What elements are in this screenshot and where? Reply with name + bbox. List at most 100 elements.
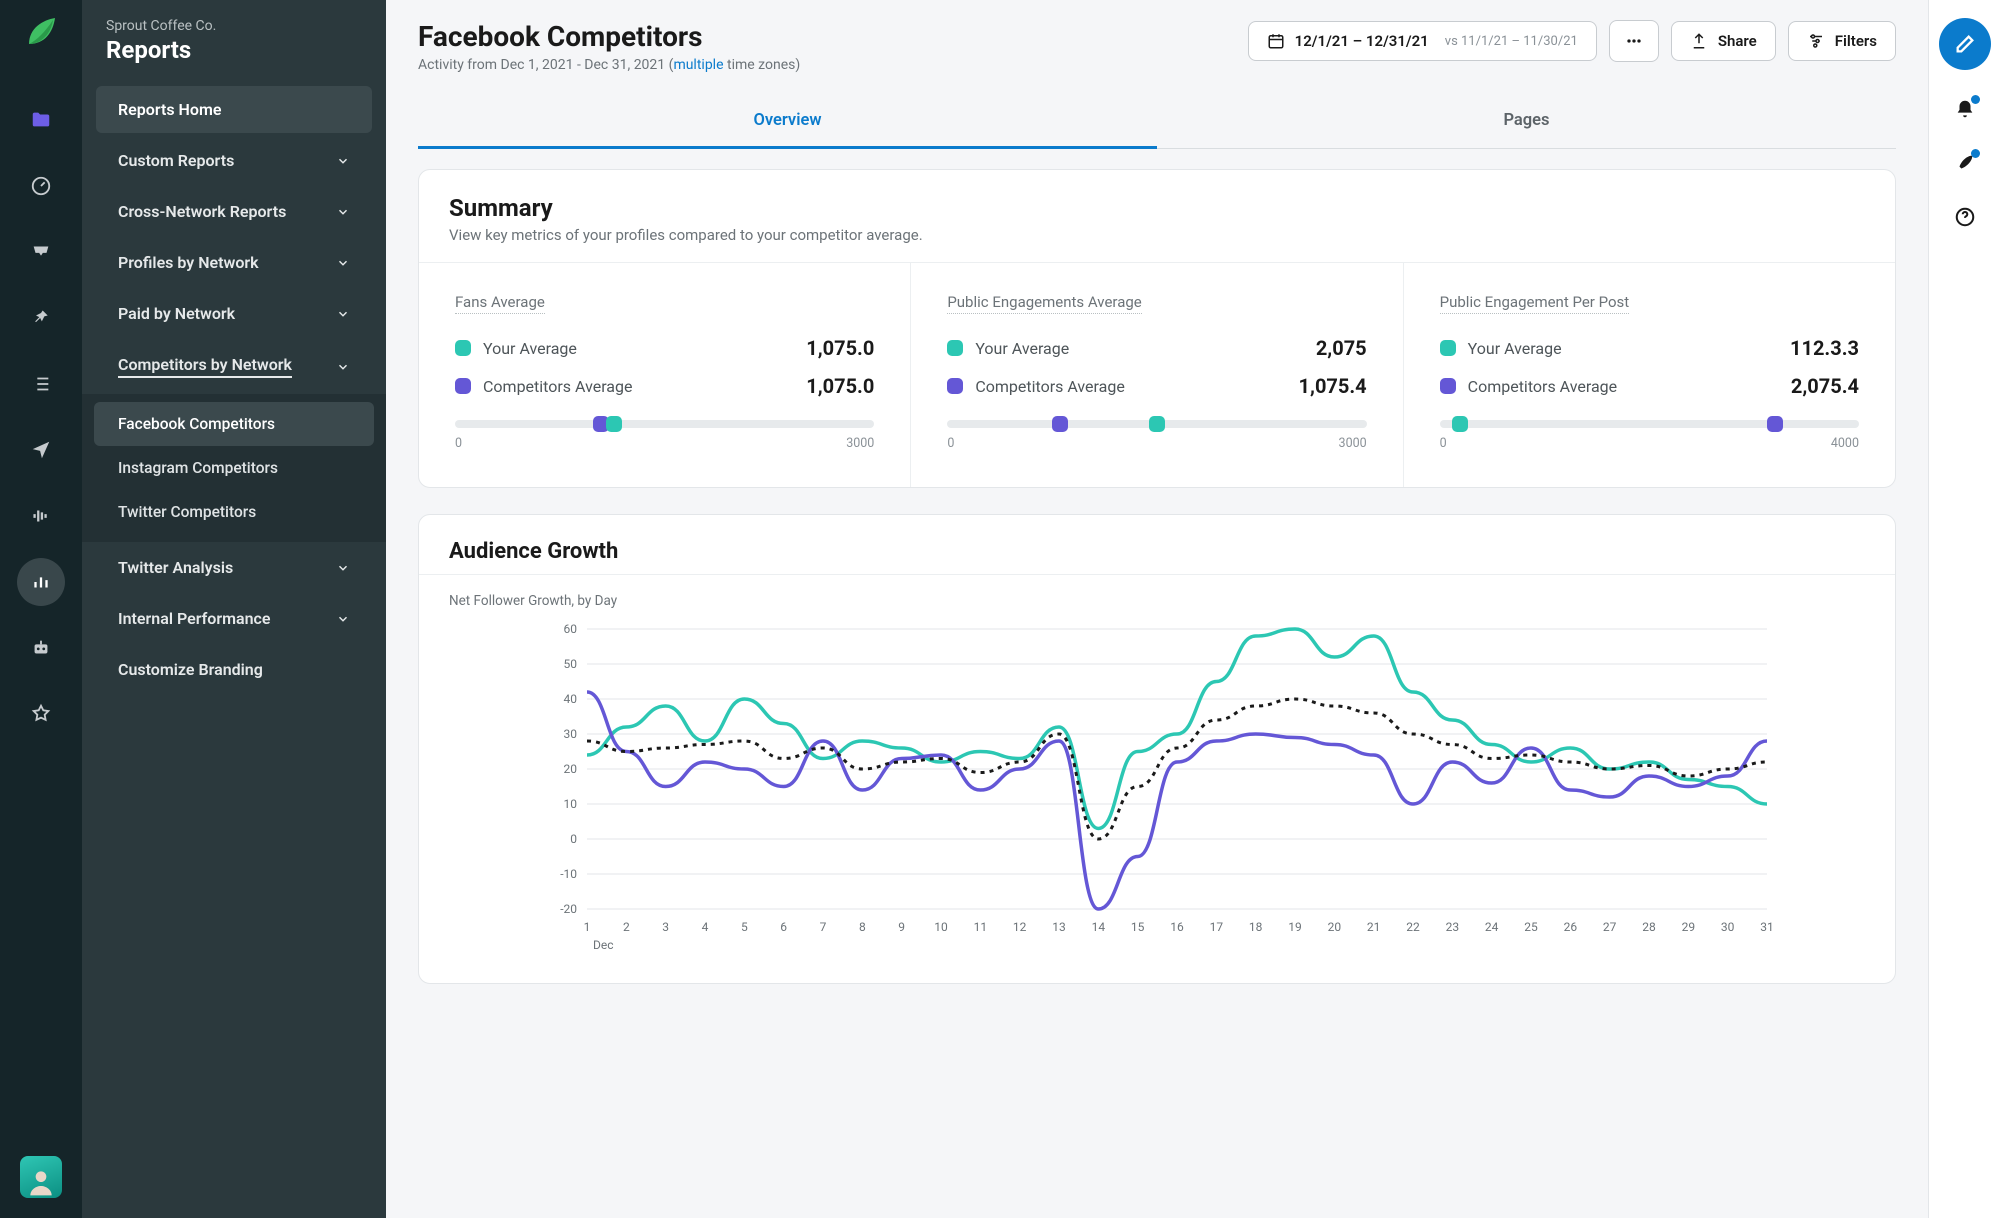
svg-text:14: 14 xyxy=(1092,920,1106,934)
rail-star-icon[interactable] xyxy=(17,690,65,738)
range-min: 0 xyxy=(1440,436,1447,451)
metric-comp-label: Competitors Average xyxy=(483,377,632,396)
swatch-purple xyxy=(1440,378,1456,394)
metric-comp-value: 2,075.4 xyxy=(1791,374,1859,398)
rail-inbox-icon[interactable] xyxy=(17,228,65,276)
svg-text:31: 31 xyxy=(1760,920,1774,934)
rail-bot-icon[interactable] xyxy=(17,624,65,672)
svg-text:-10: -10 xyxy=(560,867,577,881)
metric-your-value: 1,075.0 xyxy=(806,336,874,360)
svg-text:26: 26 xyxy=(1564,920,1578,934)
svg-text:7: 7 xyxy=(820,920,827,934)
svg-text:0: 0 xyxy=(570,832,577,846)
sidebar-reports-home[interactable]: Reports Home xyxy=(96,86,372,133)
svg-text:50: 50 xyxy=(564,657,578,671)
rail-send-icon[interactable] xyxy=(17,426,65,474)
rail-listening-icon[interactable] xyxy=(17,492,65,540)
svg-text:25: 25 xyxy=(1524,920,1538,934)
growth-subtitle: Net Follower Growth, by Day xyxy=(419,575,1895,609)
tab-overview[interactable]: Overview xyxy=(418,95,1157,149)
tab-pages[interactable]: Pages xyxy=(1157,95,1896,148)
filters-icon xyxy=(1807,32,1825,50)
rail-pin-icon[interactable] xyxy=(17,294,65,342)
swatch-teal xyxy=(455,340,471,356)
sidebar-item-label: Custom Reports xyxy=(118,151,234,170)
sidebar-competitors-network[interactable]: Competitors by Network xyxy=(96,341,372,392)
workspace-name: Sprout Coffee Co. xyxy=(106,18,362,34)
feedback-button[interactable] xyxy=(1954,152,1976,178)
rail-reports-icon[interactable] xyxy=(17,558,65,606)
svg-text:10: 10 xyxy=(564,797,578,811)
svg-text:9: 9 xyxy=(898,920,905,934)
range-handle-your xyxy=(1149,416,1165,432)
svg-text:20: 20 xyxy=(564,762,578,776)
sidebar-twitter-competitors[interactable]: Twitter Competitors xyxy=(94,490,374,534)
help-button[interactable] xyxy=(1954,206,1976,232)
metric-comp-value: 1,075.0 xyxy=(806,374,874,398)
rail-list-icon[interactable] xyxy=(17,360,65,408)
edit-icon xyxy=(1954,33,1976,55)
growth-title: Audience Growth xyxy=(449,539,1865,564)
sidebar-customize-branding[interactable]: Customize Branding xyxy=(96,646,372,693)
share-icon xyxy=(1690,32,1708,50)
metric-title: Fans Average xyxy=(455,293,545,314)
svg-text:3: 3 xyxy=(662,920,669,934)
svg-text:8: 8 xyxy=(859,920,866,934)
summary-subtitle: View key metrics of your profiles compar… xyxy=(449,226,1865,244)
svg-text:6: 6 xyxy=(780,920,787,934)
sidebar-instagram-competitors[interactable]: Instagram Competitors xyxy=(94,446,374,490)
svg-text:16: 16 xyxy=(1170,920,1184,934)
timezone-link[interactable]: multiple xyxy=(673,57,723,73)
filters-button[interactable]: Filters xyxy=(1788,21,1896,61)
svg-text:21: 21 xyxy=(1367,920,1381,934)
sidebar-internal-performance[interactable]: Internal Performance xyxy=(96,595,372,642)
svg-text:18: 18 xyxy=(1249,920,1263,934)
share-button[interactable]: Share xyxy=(1671,21,1776,61)
sidebar-twitter-analysis[interactable]: Twitter Analysis xyxy=(96,544,372,591)
svg-text:28: 28 xyxy=(1642,920,1656,934)
metric-your-label: Your Average xyxy=(975,339,1069,358)
growth-chart: -20-100102030405060123456789101112131415… xyxy=(449,619,1865,959)
sidebar-item-label: Reports Home xyxy=(118,100,221,119)
svg-text:11: 11 xyxy=(974,920,988,934)
right-rail xyxy=(1928,0,2000,1218)
chevron-down-icon xyxy=(336,256,350,270)
sidebar-item-label: Internal Performance xyxy=(118,609,271,628)
chevron-down-icon xyxy=(336,360,350,374)
metric-comp-value: 1,075.4 xyxy=(1299,374,1367,398)
sidebar-profiles-network[interactable]: Profiles by Network xyxy=(96,239,372,286)
svg-text:5: 5 xyxy=(741,920,748,934)
chevron-down-icon xyxy=(336,561,350,575)
calendar-icon xyxy=(1267,32,1285,50)
range-handle-your xyxy=(606,416,622,432)
sidebar-custom-reports[interactable]: Custom Reports xyxy=(96,137,372,184)
svg-text:20: 20 xyxy=(1328,920,1342,934)
sidebar-paid-network[interactable]: Paid by Network xyxy=(96,290,372,337)
compose-button[interactable] xyxy=(1939,18,1991,70)
chevron-down-icon xyxy=(336,154,350,168)
svg-text:19: 19 xyxy=(1288,920,1302,934)
metric-your-label: Your Average xyxy=(483,339,577,358)
sidebar-cross-network[interactable]: Cross-Network Reports xyxy=(96,188,372,235)
rail-files-icon[interactable] xyxy=(17,96,65,144)
sidebar-item-label: Cross-Network Reports xyxy=(118,202,286,221)
svg-text:29: 29 xyxy=(1682,920,1696,934)
user-avatar[interactable] xyxy=(20,1156,62,1198)
metric-your-label: Your Average xyxy=(1468,339,1562,358)
metric-panel: Public Engagements Average Your Average … xyxy=(911,263,1403,487)
notifications-button[interactable] xyxy=(1954,98,1976,124)
svg-text:60: 60 xyxy=(564,622,578,636)
date-range-button[interactable]: 12/1/21 – 12/31/21 vs 11/1/21 – 11/30/21 xyxy=(1248,21,1597,61)
sidebar-facebook-competitors[interactable]: Facebook Competitors xyxy=(94,402,374,446)
page-title: Facebook Competitors xyxy=(418,20,800,53)
sidebar-item-label: Paid by Network xyxy=(118,304,235,323)
svg-text:30: 30 xyxy=(1721,920,1735,934)
rail-dashboard-icon[interactable] xyxy=(17,162,65,210)
svg-text:30: 30 xyxy=(564,727,578,741)
sidebar-item-label: Profiles by Network xyxy=(118,253,259,272)
more-button[interactable] xyxy=(1609,20,1659,62)
sidebar-item-label: Twitter Analysis xyxy=(118,558,233,577)
range-handle-comp xyxy=(1052,416,1068,432)
help-icon xyxy=(1954,206,1976,228)
metric-range-bar xyxy=(455,420,874,428)
